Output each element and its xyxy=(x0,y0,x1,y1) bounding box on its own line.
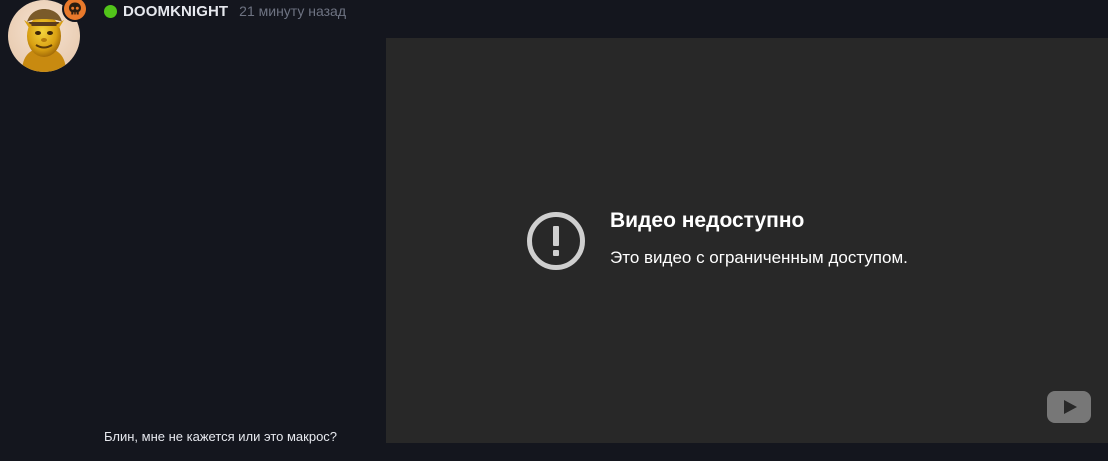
post-timestamp[interactable]: 21 минуту назад xyxy=(239,3,346,19)
username-link[interactable]: DOOMKNIGHT xyxy=(123,3,228,20)
post-header: DOOMKNIGHT 21 минуту назад xyxy=(104,1,346,21)
video-unavailable-message: Это видео с ограниченным доступом. xyxy=(610,248,908,267)
online-status-icon xyxy=(104,4,117,18)
skull-badge-icon xyxy=(62,0,88,22)
avatar-wrapper[interactable] xyxy=(8,0,88,72)
youtube-logo-icon[interactable] xyxy=(1046,390,1092,424)
comment-text: Блин, мне не кажется или это макрос? xyxy=(104,429,338,444)
video-embed[interactable]: Видео недоступно Это видео с ограниченны… xyxy=(386,38,1108,443)
alert-circle-icon xyxy=(527,212,585,270)
video-unavailable-title: Видео недоступно xyxy=(610,209,805,232)
